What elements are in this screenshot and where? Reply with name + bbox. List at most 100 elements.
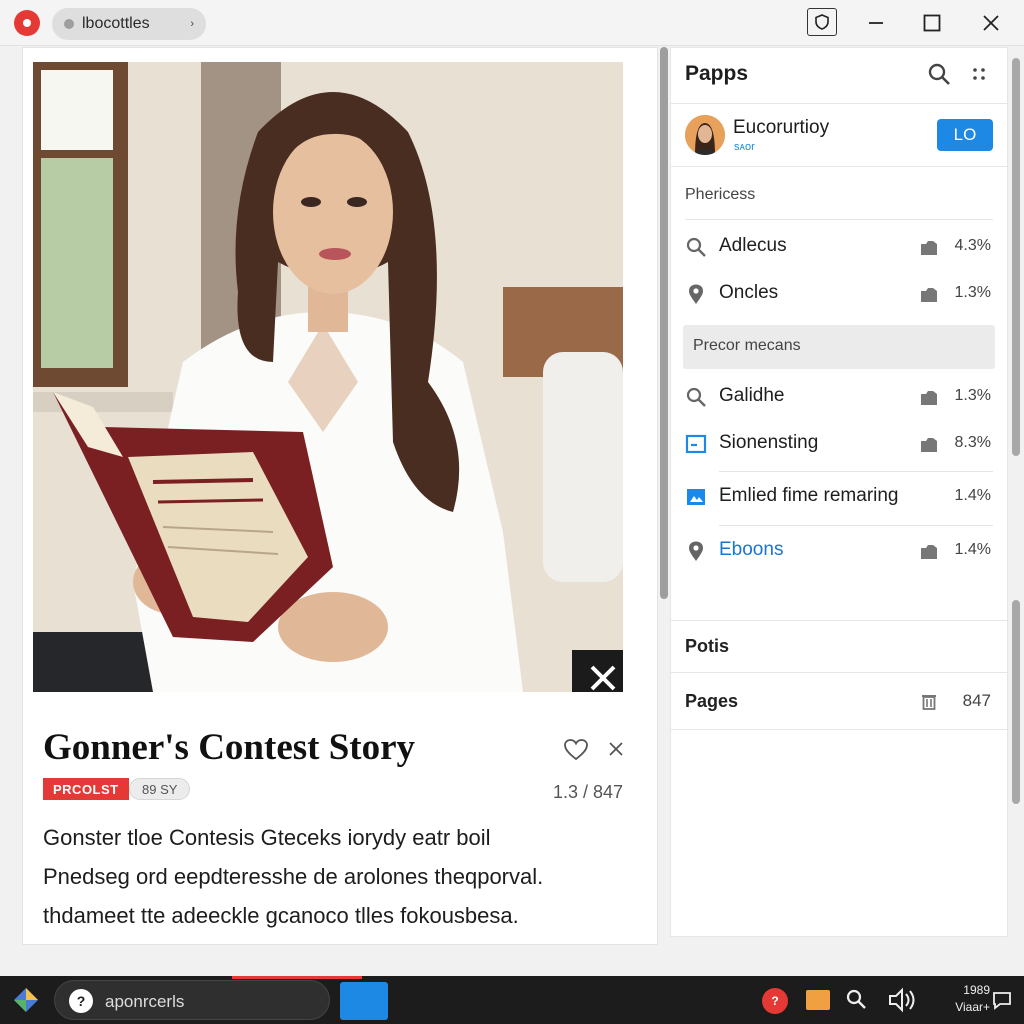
story-photo[interactable] <box>33 62 623 692</box>
shield-button[interactable] <box>807 8 837 36</box>
close-icon <box>983 15 999 31</box>
section-label: Precor mecans <box>693 337 801 354</box>
item-label: Adlecus <box>719 235 787 256</box>
list-item[interactable]: Oncles 1.3% <box>671 271 1007 315</box>
close-photo-button[interactable] <box>572 650 623 692</box>
folder-icon <box>921 438 937 452</box>
maximize-icon <box>923 14 941 32</box>
item-label: Galidhe <box>719 385 785 406</box>
location-pin-icon <box>689 541 703 561</box>
panel-scrollbar-lower[interactable] <box>1012 600 1020 804</box>
volume-icon <box>889 987 915 1013</box>
panel-header: Papps <box>671 48 1007 104</box>
user-name: Eucorurtioy <box>733 117 830 138</box>
app-logo-icon[interactable] <box>14 10 40 36</box>
notification-badge-icon[interactable]: ? <box>762 988 788 1014</box>
app-name: lbocottles <box>82 15 150 32</box>
body-line: dum ctadosuele tMo usoneelq fl I dule in… <box>43 935 633 944</box>
folder-icon <box>921 545 937 559</box>
clock-date: Viaar+ <box>955 1000 990 1014</box>
avatar[interactable] <box>685 115 725 155</box>
story-title: Gonner's Contest Story <box>43 727 416 768</box>
section-subheader: Precor mecans <box>683 325 995 369</box>
apps-panel: Papps Eucorurtioy sᴀᴏr LO Phericess Adle… <box>670 47 1008 937</box>
status-badge: PRCOLST <box>43 778 129 800</box>
list-item[interactable]: Sionensting 8.3% <box>671 421 1007 465</box>
item-value: 1.3% <box>954 284 991 301</box>
login-button[interactable]: LO <box>937 119 993 151</box>
list-item[interactable]: Eboons 1.4% <box>671 528 1007 572</box>
address-pill[interactable]: lbocottles › <box>52 8 206 40</box>
start-logo-icon <box>14 988 38 1012</box>
item-value: 1.4% <box>954 541 991 558</box>
tab-favicon-icon <box>64 19 74 29</box>
folder-icon <box>921 391 937 405</box>
folder-icon <box>921 241 937 255</box>
screen-icon <box>685 434 707 454</box>
tray-search-button[interactable] <box>845 988 867 1015</box>
item-value: 8.3% <box>954 434 991 451</box>
close-icon <box>590 665 615 691</box>
more-grid-icon <box>973 68 985 80</box>
panel-title: Papps <box>685 62 749 85</box>
minimize-button[interactable] <box>860 8 892 38</box>
close-window-button[interactable] <box>975 8 1007 38</box>
item-label: Sionensting <box>719 432 819 453</box>
minimize-icon <box>869 22 883 24</box>
progress-indicator <box>232 976 362 979</box>
search-icon <box>686 387 706 407</box>
page-counter: 1.3 / 847 <box>552 782 623 802</box>
panel-search-button[interactable] <box>927 62 951 91</box>
start-button[interactable] <box>12 986 40 1019</box>
chat-icon[interactable] <box>806 990 830 1010</box>
panel-scrollbar[interactable] <box>1012 58 1020 456</box>
dismiss-button[interactable] <box>607 740 625 763</box>
title-bar: lbocottles › <box>0 0 1024 46</box>
notification-icon <box>993 992 1011 1010</box>
volume-button[interactable] <box>886 986 918 1019</box>
divider <box>719 471 993 472</box>
item-label: Oncles <box>719 282 779 303</box>
clock-time: 1989 <box>963 983 990 997</box>
body-line: Gonster tloe Contesis Gteceks iorydy eat… <box>43 825 491 850</box>
body-line: Pnedseg ord eepdteresshe de arolones the… <box>43 864 544 889</box>
item-label: Eboons <box>719 539 784 560</box>
avatar-image <box>685 115 725 155</box>
divider <box>671 620 1007 621</box>
trash-icon <box>922 695 936 710</box>
body-line: thdameet tte adeeckle gcanoco tlles foko… <box>43 903 519 928</box>
list-item[interactable]: Galidhe 1.3% <box>671 374 1007 418</box>
taskbar: ? aponrcerls ? 1989 Viaar+ <box>0 976 1024 1024</box>
photo-illustration <box>33 62 623 692</box>
posts-label[interactable]: Potis <box>685 636 729 657</box>
pages-row[interactable]: Pages 847 <box>671 672 1007 730</box>
list-item[interactable]: Emlied fime remaring 1.4% <box>671 474 1007 518</box>
story-body: Gonster tloe Contesis Gteceks iorydy eat… <box>43 818 633 944</box>
help-icon: ? <box>69 989 93 1013</box>
section-label: Phericess <box>685 186 756 203</box>
pages-label: Pages <box>685 691 739 711</box>
viewer-scrollbar[interactable] <box>660 47 668 599</box>
user-subtitle[interactable]: sᴀᴏr <box>734 141 755 153</box>
list-item[interactable]: Adlecus 4.3% <box>671 224 1007 268</box>
heart-icon <box>564 739 588 761</box>
item-value: 1.4% <box>954 487 991 504</box>
location-pin-icon <box>689 284 703 304</box>
search-icon <box>686 237 706 257</box>
taskbar-search[interactable]: ? aponrcerls <box>54 980 330 1020</box>
taskbar-app-button[interactable] <box>340 982 388 1020</box>
divider <box>719 525 993 526</box>
panel-more-button[interactable] <box>971 66 987 87</box>
close-icon <box>609 742 623 756</box>
maximize-button[interactable] <box>916 8 948 38</box>
item-value: 1.3% <box>954 387 991 404</box>
item-label: Emlied fime remaring <box>719 485 899 506</box>
taskbar-search-text: aponrcerls <box>105 992 185 1011</box>
action-center-button[interactable] <box>992 990 1012 1015</box>
shield-icon <box>815 14 829 30</box>
tag-badge[interactable]: 89 SY <box>129 778 191 800</box>
image-icon <box>687 489 705 505</box>
chevron-right-icon: › <box>190 18 194 30</box>
system-clock[interactable]: 1989 Viaar+ <box>928 982 990 1016</box>
like-button[interactable] <box>563 738 589 767</box>
